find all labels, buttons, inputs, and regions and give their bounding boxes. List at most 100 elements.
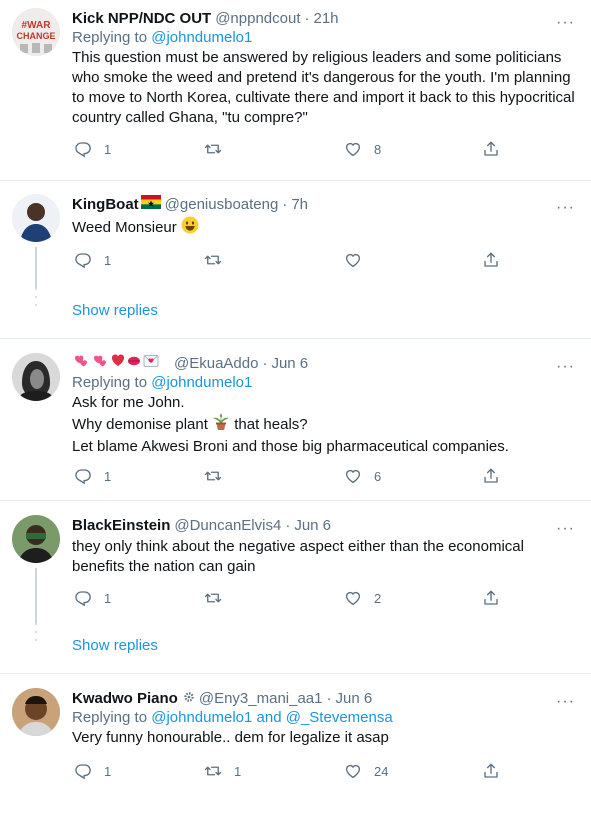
avatar[interactable] bbox=[12, 194, 60, 242]
reply-icon bbox=[74, 467, 92, 485]
user-handle[interactable]: @EkuaAddo bbox=[174, 355, 258, 372]
share-button[interactable] bbox=[482, 138, 500, 160]
more-options-icon[interactable]: ··· bbox=[556, 520, 575, 538]
tweet[interactable]: ··· @EkuaAddo · Jun 6 Replying to @johnd… bbox=[0, 339, 591, 501]
mention-link[interactable]: @johndumelo1 bbox=[151, 374, 252, 391]
retweet-icon bbox=[204, 140, 222, 158]
tweet-text-fragment: Why demonise plant bbox=[72, 415, 208, 433]
show-replies-link[interactable]: Show replies bbox=[72, 302, 158, 319]
display-name[interactable]: KingBoat bbox=[72, 196, 139, 213]
reply-button[interactable]: 1 bbox=[74, 465, 111, 487]
thread-dots bbox=[34, 288, 38, 312]
separator-dot: · bbox=[304, 9, 310, 27]
gear-badge-icon bbox=[183, 690, 195, 707]
timestamp[interactable]: 7h bbox=[291, 196, 308, 213]
separator-dot: · bbox=[326, 689, 332, 707]
tweet-actions: 1 8 bbox=[72, 138, 575, 160]
tweet-text-line: Why demonise plant that heals? bbox=[72, 413, 575, 437]
retweet-button[interactable] bbox=[204, 587, 234, 609]
timestamp[interactable]: Jun 6 bbox=[335, 690, 372, 707]
user-handle[interactable]: @geniusboateng bbox=[165, 196, 279, 213]
replying-to: Replying to @johndumelo1 bbox=[72, 28, 575, 48]
separator-dot: · bbox=[262, 354, 268, 372]
reply-count: 1 bbox=[104, 590, 112, 606]
tweet[interactable]: ··· KingBoat @geniusboateng · 7h Weed Mo… bbox=[0, 181, 591, 288]
share-icon bbox=[482, 140, 500, 158]
tweet[interactable]: ··· Kwadwo Piano @Eny3_mani_aa1 · Jun 6 … bbox=[0, 674, 591, 814]
reply-count: 1 bbox=[104, 468, 112, 484]
avatar[interactable] bbox=[12, 688, 60, 736]
reply-icon bbox=[74, 762, 92, 780]
retweet-button[interactable] bbox=[204, 249, 234, 271]
mention-link[interactable]: @_Stevemensa bbox=[286, 709, 393, 726]
heart-icon bbox=[344, 467, 362, 485]
avatar[interactable]: #WAR CHANGE bbox=[12, 8, 60, 56]
like-button[interactable] bbox=[344, 249, 374, 271]
more-options-icon[interactable]: ··· bbox=[556, 14, 575, 32]
replying-to: Replying to @johndumelo1 bbox=[72, 373, 575, 393]
heart-icon bbox=[344, 589, 362, 607]
tweet-text: Very funny honourable.. dem for legalize… bbox=[72, 729, 389, 746]
like-button[interactable]: 2 bbox=[344, 587, 381, 609]
reply-icon bbox=[74, 589, 92, 607]
reply-button[interactable]: 1 bbox=[74, 760, 111, 782]
timestamp[interactable]: Jun 6 bbox=[294, 517, 331, 534]
timestamp[interactable]: Jun 6 bbox=[271, 355, 308, 372]
show-replies-row: Show replies bbox=[0, 288, 591, 339]
mention-link[interactable]: @johndumelo1 bbox=[151, 709, 252, 726]
display-name[interactable]: BlackEinstein bbox=[72, 517, 170, 534]
like-count: 2 bbox=[374, 590, 382, 606]
reply-button[interactable]: 1 bbox=[74, 249, 111, 271]
timestamp[interactable]: 21h bbox=[314, 10, 339, 27]
retweet-button[interactable]: 1 bbox=[204, 760, 241, 782]
display-name[interactable]: Kick NPP/NDC OUT bbox=[72, 10, 211, 27]
share-button[interactable] bbox=[482, 587, 500, 609]
replying-to-label: Replying to bbox=[72, 29, 148, 46]
retweet-button[interactable] bbox=[204, 465, 234, 487]
replying-to-label: Replying to bbox=[72, 709, 148, 726]
tweet-text-fragment: that heals? bbox=[234, 415, 308, 433]
share-button[interactable] bbox=[482, 249, 500, 271]
user-handle[interactable]: @nppndcout bbox=[215, 10, 300, 27]
heart-icon bbox=[344, 762, 362, 780]
like-count: 8 bbox=[374, 141, 382, 157]
tweet[interactable]: #WAR CHANGE ··· Kick NPP/NDC OUT @nppndc… bbox=[0, 0, 591, 181]
svg-text:CHANGE: CHANGE bbox=[16, 31, 55, 41]
share-button[interactable] bbox=[482, 465, 500, 487]
share-icon bbox=[482, 251, 500, 269]
tweet[interactable]: ··· BlackEinstein @DuncanElvis4 · Jun 6 … bbox=[0, 501, 591, 623]
like-count: 6 bbox=[374, 468, 382, 484]
user-handle[interactable]: @DuncanElvis4 bbox=[174, 517, 281, 534]
avatar[interactable] bbox=[12, 515, 60, 563]
reply-and-text: and bbox=[256, 709, 282, 726]
reply-button[interactable]: 1 bbox=[74, 587, 111, 609]
show-replies-link[interactable]: Show replies bbox=[72, 637, 158, 654]
display-name[interactable]: Kwadwo Piano bbox=[72, 690, 178, 707]
like-button[interactable]: 6 bbox=[344, 465, 381, 487]
share-button[interactable] bbox=[482, 760, 500, 782]
reply-count: 1 bbox=[104, 252, 112, 268]
more-options-icon[interactable]: ··· bbox=[556, 358, 575, 376]
reply-button[interactable]: 1 bbox=[74, 138, 111, 160]
avatar[interactable] bbox=[12, 353, 60, 401]
replying-to-label: Replying to bbox=[72, 374, 148, 391]
tweet-text: This question must be answered by religi… bbox=[72, 49, 579, 126]
retweet-icon bbox=[204, 589, 222, 607]
retweet-button[interactable] bbox=[204, 138, 234, 160]
like-button[interactable]: 24 bbox=[344, 760, 388, 782]
mention-link[interactable]: @johndumelo1 bbox=[151, 29, 252, 46]
like-button[interactable]: 8 bbox=[344, 138, 381, 160]
more-options-icon[interactable]: ··· bbox=[556, 199, 575, 217]
smiley-emoji-icon bbox=[181, 216, 199, 240]
heart-icon bbox=[344, 251, 362, 269]
user-handle[interactable]: @Eny3_mani_aa1 bbox=[199, 690, 323, 707]
more-options-icon[interactable]: ··· bbox=[556, 693, 575, 711]
heart-icon bbox=[344, 140, 362, 158]
thread-line bbox=[35, 568, 37, 623]
like-count: 24 bbox=[374, 763, 389, 779]
retweet-icon bbox=[204, 762, 222, 780]
reply-icon bbox=[74, 251, 92, 269]
tweet-text: Ask for me John. Why demonise plant that … bbox=[72, 393, 575, 457]
tweet-text: Weed Monsieur bbox=[72, 216, 575, 240]
reply-count: 1 bbox=[104, 141, 112, 157]
